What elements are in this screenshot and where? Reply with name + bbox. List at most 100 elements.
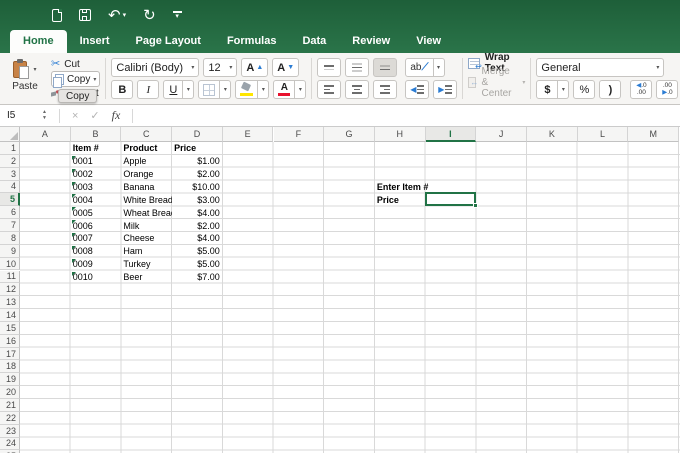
cell-D1[interactable]: Price bbox=[172, 142, 223, 155]
cell-H5[interactable]: Price bbox=[375, 193, 426, 206]
cell-C10[interactable]: Turkey bbox=[121, 258, 172, 271]
cell-B8[interactable]: 0007 bbox=[71, 232, 122, 245]
tab-formulas[interactable]: Formulas bbox=[214, 30, 290, 53]
cell-B5[interactable]: 0004 bbox=[71, 193, 122, 206]
col-header-M[interactable]: M bbox=[628, 127, 680, 142]
undo-button[interactable]: ↶ ▾ bbox=[108, 8, 126, 23]
row-header-3[interactable]: 3 bbox=[0, 167, 20, 181]
col-header-B[interactable]: B bbox=[70, 127, 122, 142]
cut-button[interactable]: ✂ Cut bbox=[51, 59, 100, 71]
row-header-1[interactable]: 1 bbox=[0, 142, 20, 155]
comma-style-button[interactable]: ) bbox=[599, 80, 622, 99]
cancel-icon[interactable]: × bbox=[72, 110, 78, 122]
cell-D8[interactable]: $4.00 bbox=[172, 232, 223, 245]
col-header-I[interactable]: I bbox=[425, 127, 477, 142]
col-header-J[interactable]: J bbox=[476, 127, 527, 142]
paste-dropdown-icon[interactable]: ▾ bbox=[33, 66, 36, 73]
cell-C7[interactable]: Milk bbox=[121, 219, 172, 232]
font-color-button[interactable]: A ▾ bbox=[273, 80, 307, 99]
cell-C3[interactable]: Orange bbox=[121, 168, 172, 181]
row-header-15[interactable]: 15 bbox=[0, 321, 20, 335]
row-header-11[interactable]: 11 bbox=[0, 270, 20, 284]
cell-D2[interactable]: $1.00 bbox=[172, 155, 223, 168]
shrink-font-button[interactable]: A ▼ bbox=[272, 58, 300, 77]
align-left-button[interactable] bbox=[317, 80, 342, 99]
increase-indent-button[interactable]: ▶ bbox=[433, 80, 458, 99]
font-name-select[interactable]: Calibri (Body) ▾ bbox=[111, 58, 200, 77]
cell-C6[interactable]: Wheat Bread bbox=[121, 206, 172, 219]
row-header-12[interactable]: 12 bbox=[0, 283, 20, 297]
decrease-decimal-button[interactable]: .00 ▶.0 bbox=[656, 80, 679, 99]
align-right-button[interactable] bbox=[373, 80, 398, 99]
currency-dropdown-icon[interactable]: ▾ bbox=[558, 80, 570, 99]
row-header-5[interactable]: 5 bbox=[0, 193, 20, 207]
percent-button[interactable]: % bbox=[573, 80, 596, 99]
select-all-corner[interactable] bbox=[0, 127, 20, 142]
cell-B4[interactable]: 0003 bbox=[71, 181, 122, 194]
tab-data[interactable]: Data bbox=[289, 30, 339, 53]
cell-D7[interactable]: $2.00 bbox=[172, 219, 223, 232]
row-header-14[interactable]: 14 bbox=[0, 309, 20, 322]
row-header-8[interactable]: 8 bbox=[0, 231, 20, 245]
col-header-C[interactable]: C bbox=[121, 127, 173, 142]
col-header-K[interactable]: K bbox=[527, 127, 578, 142]
col-header-E[interactable]: E bbox=[222, 127, 274, 142]
align-top-button[interactable] bbox=[317, 58, 342, 77]
row-header-19[interactable]: 19 bbox=[0, 373, 20, 387]
fill-color-button[interactable]: ▾ bbox=[235, 80, 270, 99]
row-header-24[interactable]: 24 bbox=[0, 437, 20, 451]
underline-button[interactable]: U ▾ bbox=[163, 80, 195, 99]
tab-insert[interactable]: Insert bbox=[67, 30, 123, 53]
tab-review[interactable]: Review bbox=[339, 30, 403, 53]
col-header-D[interactable]: D bbox=[172, 127, 223, 142]
cell-D10[interactable]: $5.00 bbox=[172, 258, 223, 271]
col-header-H[interactable]: H bbox=[374, 127, 426, 142]
cell-C2[interactable]: Apple bbox=[121, 155, 172, 168]
font-color-dropdown-icon[interactable]: ▾ bbox=[295, 80, 307, 99]
cell-D6[interactable]: $4.00 bbox=[172, 206, 223, 219]
cell-B2[interactable]: 0001 bbox=[71, 155, 122, 168]
row-header-22[interactable]: 22 bbox=[0, 411, 20, 425]
row-header-17[interactable]: 17 bbox=[0, 347, 20, 361]
font-size-select[interactable]: 12 ▾ bbox=[203, 58, 238, 77]
cell-H4[interactable]: Enter Item # bbox=[375, 181, 429, 194]
row-header-10[interactable]: 10 bbox=[0, 257, 20, 271]
cell-B6[interactable]: 0005 bbox=[71, 206, 122, 219]
cell-C4[interactable]: Banana bbox=[121, 181, 172, 194]
cell-C8[interactable]: Cheese bbox=[121, 232, 172, 245]
col-header-A[interactable]: A bbox=[20, 127, 71, 142]
row-header-9[interactable]: 9 bbox=[0, 244, 20, 258]
cell-B7[interactable]: 0006 bbox=[71, 219, 122, 232]
align-middle-button[interactable] bbox=[345, 58, 370, 77]
align-bottom-button[interactable] bbox=[373, 58, 398, 77]
tab-view[interactable]: View bbox=[403, 30, 454, 53]
fill-handle[interactable] bbox=[473, 203, 479, 209]
merge-center-button[interactable]: ↔ Merge & Center ▾ bbox=[468, 66, 525, 99]
cell-D3[interactable]: $2.00 bbox=[172, 168, 223, 181]
row-header-20[interactable]: 20 bbox=[0, 386, 20, 399]
currency-button[interactable]: $ ▾ bbox=[536, 80, 570, 99]
save-icon[interactable] bbox=[79, 9, 91, 21]
enter-icon[interactable]: ✓ bbox=[90, 109, 99, 122]
insert-function-icon[interactable]: fx bbox=[112, 108, 121, 123]
cell-C11[interactable]: Beer bbox=[121, 271, 172, 284]
underline-dropdown-icon[interactable]: ▾ bbox=[183, 80, 195, 99]
row-header-21[interactable]: 21 bbox=[0, 399, 20, 412]
cell-C5[interactable]: White Bread bbox=[121, 193, 172, 206]
cell-B9[interactable]: 0008 bbox=[71, 245, 122, 258]
cell-D11[interactable]: $7.00 bbox=[172, 271, 223, 284]
active-cell-selection[interactable] bbox=[424, 192, 479, 209]
redo-button[interactable]: ↻ bbox=[143, 8, 156, 23]
number-format-select[interactable]: General ▾ bbox=[536, 58, 665, 77]
borders-button[interactable]: ▾ bbox=[198, 80, 232, 99]
tab-page-layout[interactable]: Page Layout bbox=[123, 30, 214, 53]
increase-decimal-button[interactable]: ◀.0 .00 bbox=[630, 80, 653, 99]
col-header-L[interactable]: L bbox=[577, 127, 629, 142]
cell-B3[interactable]: 0002 bbox=[71, 168, 122, 181]
cell-B11[interactable]: 0010 bbox=[71, 271, 122, 284]
fill-color-dropdown-icon[interactable]: ▾ bbox=[258, 80, 270, 99]
row-header-2[interactable]: 2 bbox=[0, 154, 20, 168]
copy-dropdown-icon[interactable]: ▾ bbox=[93, 76, 96, 83]
row-header-16[interactable]: 16 bbox=[0, 334, 20, 348]
grow-font-button[interactable]: A ▲ bbox=[241, 58, 269, 77]
